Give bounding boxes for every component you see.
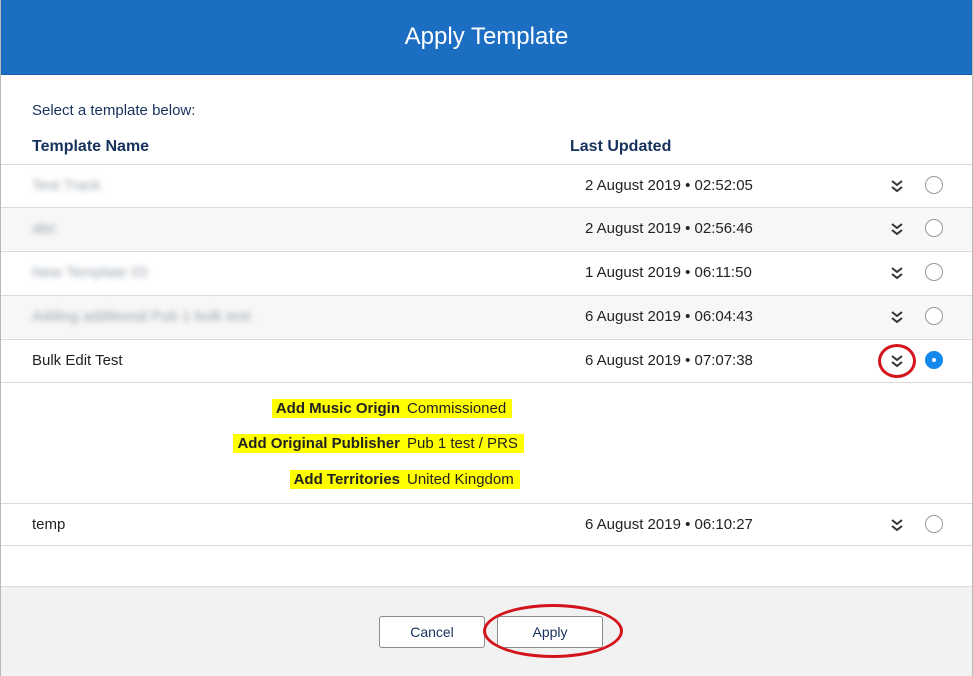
template-radio[interactable] — [925, 176, 943, 194]
template-name: Test Track — [32, 177, 101, 194]
last-updated: 2 August 2019 • 02:52:05 — [585, 177, 753, 194]
double-chevron-down-icon[interactable] — [885, 261, 909, 285]
detail-row: Add Territories United Kingdom — [1, 470, 972, 492]
template-radio[interactable] — [925, 307, 943, 325]
template-name: temp — [32, 516, 66, 533]
detail-label: Add Music Origin — [271, 399, 404, 418]
last-updated: 6 August 2019 • 06:04:43 — [585, 308, 753, 325]
dialog-header: Apply Template — [1, 0, 972, 75]
template-radio[interactable] — [925, 219, 943, 237]
detail-label: Add Territories — [289, 470, 404, 489]
last-updated: 2 August 2019 • 02:56:46 — [585, 220, 753, 237]
apply-button[interactable]: Apply — [497, 616, 603, 648]
last-updated: 6 August 2019 • 07:07:38 — [585, 352, 753, 369]
template-name: New Template 03 — [32, 264, 148, 281]
column-header-last-updated: Last Updated — [570, 138, 672, 155]
detail-row: Add Original Publisher Pub 1 test / PRS — [1, 434, 972, 456]
dialog-content: Select a template below: Template Name L… — [1, 74, 972, 586]
double-chevron-down-icon[interactable] — [885, 513, 909, 537]
template-radio-selected[interactable] — [925, 351, 943, 369]
apply-template-dialog: Apply Template Select a template below: … — [0, 0, 973, 676]
template-row-selected[interactable]: Bulk Edit Test 6 August 2019 • 07:07:38 — [1, 339, 972, 382]
template-row[interactable]: temp 6 August 2019 • 06:10:27 — [1, 503, 972, 546]
template-row[interactable]: Adding additional Pub 1 bulk test 6 Augu… — [1, 295, 972, 338]
double-chevron-down-icon[interactable] — [885, 305, 909, 329]
last-updated: 6 August 2019 • 06:10:27 — [585, 516, 753, 533]
detail-label: Add Original Publisher — [233, 434, 404, 453]
cancel-button[interactable]: Cancel — [379, 616, 485, 648]
template-radio[interactable] — [925, 263, 943, 281]
template-name: Adding additional Pub 1 bulk test — [32, 308, 251, 325]
detail-value: Commissioned — [401, 399, 513, 418]
double-chevron-down-icon[interactable] — [885, 174, 909, 198]
dialog-title: Apply Template — [404, 23, 569, 50]
detail-row: Add Music Origin Commissioned — [1, 399, 972, 421]
detail-value: Pub 1 test / PRS — [401, 434, 524, 453]
select-prompt: Select a template below: — [32, 102, 196, 119]
template-row[interactable]: New Template 03 1 August 2019 • 06:11:50 — [1, 251, 972, 294]
template-name: abc — [32, 220, 57, 237]
template-row[interactable]: Test Track 2 August 2019 • 02:52:05 — [1, 164, 972, 207]
template-row[interactable]: abc 2 August 2019 • 02:56:46 — [1, 207, 972, 250]
template-name: Bulk Edit Test — [32, 352, 123, 369]
last-updated: 1 August 2019 • 06:11:50 — [585, 264, 752, 281]
double-chevron-down-icon[interactable] — [885, 217, 909, 241]
template-radio[interactable] — [925, 515, 943, 533]
template-details-panel: Add Music Origin Commissioned Add Origin… — [1, 382, 972, 504]
double-chevron-up-icon[interactable] — [885, 349, 909, 373]
column-header-template-name: Template Name — [32, 138, 150, 155]
detail-value: United Kingdom — [401, 470, 520, 489]
dialog-footer: Cancel Apply — [1, 586, 972, 676]
